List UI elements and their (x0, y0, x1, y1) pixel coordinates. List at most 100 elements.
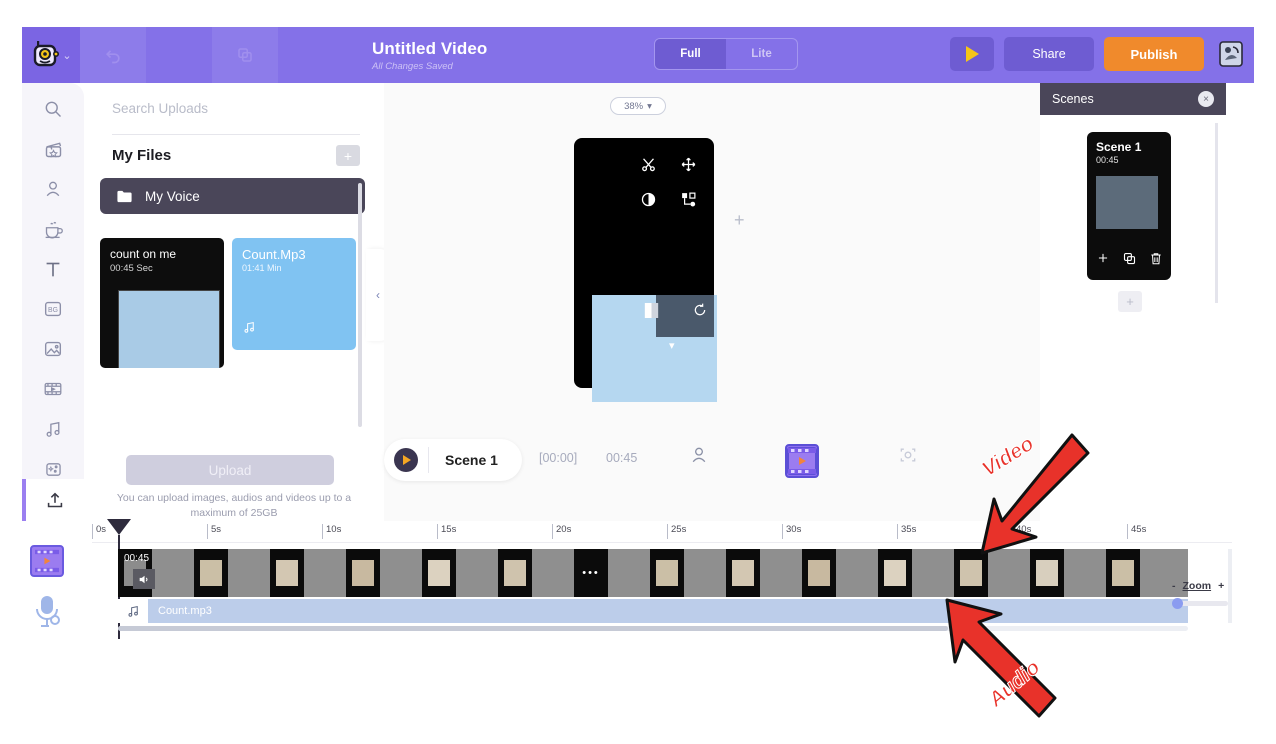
video-frame-thumbnail[interactable] (1106, 549, 1140, 597)
video-icon (44, 382, 62, 396)
frame-image (808, 560, 830, 586)
video-frame-thumbnail[interactable] (194, 549, 228, 597)
scene-chip[interactable]: Scene 1 (384, 439, 522, 481)
playhead-handle[interactable] (107, 519, 131, 535)
zoom-in-button[interactable]: + (1218, 580, 1224, 592)
video-track[interactable]: ••• (118, 549, 1188, 597)
add-scene-button[interactable]: + (1118, 291, 1142, 312)
more-frames-icon: ••• (582, 567, 600, 579)
add-folder-button[interactable]: + (336, 145, 360, 166)
rotate-icon[interactable] (692, 302, 708, 323)
sidebar-item-video[interactable] (22, 369, 84, 409)
timeline-horizontal-scrollbar[interactable] (118, 626, 1188, 631)
annotation-label-audio: Audio (984, 655, 1045, 712)
mic-track-icon[interactable] (30, 593, 64, 634)
scene-thumbnail-card[interactable]: Scene 1 00:45 (1087, 132, 1171, 280)
scene-video-button[interactable] (785, 444, 819, 478)
delete-scene-icon[interactable] (1149, 251, 1163, 271)
canvas-zoom-selector[interactable]: 38% ▾ (610, 97, 666, 115)
publish-button[interactable]: Publish (1104, 37, 1204, 71)
scene-character-button[interactable] (689, 445, 709, 470)
scene-card-name: Scene 1 (1096, 140, 1142, 154)
character-icon (692, 447, 706, 463)
timeline-tick: 45s (1127, 524, 1146, 539)
frame-image (504, 560, 526, 586)
video-frame-thumbnail[interactable] (422, 549, 456, 597)
mode-toggle[interactable]: Full Lite (654, 38, 798, 70)
sidebar-item-characters[interactable] (22, 169, 84, 209)
focus-icon (900, 448, 916, 462)
zoom-slider[interactable] (1172, 598, 1228, 609)
video-frame-thumbnail[interactable] (878, 549, 912, 597)
timeline-ruler[interactable]: 0s 5s 10s 15s 20s 25s 30s 35s 40s 45s (92, 521, 1232, 543)
video-frame-thumbnail[interactable] (270, 549, 304, 597)
video-frame-thumbnail[interactable] (650, 549, 684, 597)
close-icon[interactable]: × (1198, 91, 1214, 107)
folder-label: My Voice (145, 188, 200, 204)
volume-icon[interactable] (133, 569, 155, 589)
upload-card-audio[interactable]: Count.Mp3 01:41 Min (232, 238, 356, 350)
video-frame-thumbnail[interactable] (498, 549, 532, 597)
avatar[interactable] (1214, 37, 1248, 71)
mode-option-lite[interactable]: Lite (726, 39, 797, 69)
svg-text:BG: BG (48, 307, 58, 314)
expand-chevron-icon[interactable]: ▾ (669, 339, 675, 352)
timeline-tick: 35s (897, 524, 916, 539)
scene-play-button[interactable] (384, 448, 428, 472)
effects-icon (45, 462, 61, 476)
audio-track[interactable]: Count.mp3 (118, 599, 1188, 623)
sidebar-item-music[interactable] (22, 409, 84, 449)
frame-image (200, 560, 222, 586)
video-stage[interactable]: ▾ (574, 138, 717, 402)
frame-image (352, 560, 374, 586)
app-logo-button[interactable]: ⌄ (22, 27, 80, 83)
canvas-area: 38% ▾ ▾ + (384, 83, 1040, 433)
search-input[interactable]: Search Uploads (112, 101, 360, 135)
video-frame-thumbnail[interactable]: ••• (574, 549, 608, 597)
scenes-scrollbar[interactable] (1215, 123, 1218, 303)
video-frame-thumbnail[interactable] (954, 549, 988, 597)
video-track-icon[interactable] (30, 545, 64, 577)
uploads-scrollbar[interactable] (358, 183, 362, 427)
video-frame-thumbnail[interactable] (346, 549, 380, 597)
sidebar-item-background[interactable]: BG (22, 289, 84, 329)
add-element-button[interactable]: + (734, 210, 745, 231)
add-scene-icon[interactable] (1096, 251, 1110, 271)
music-icon (46, 421, 60, 437)
project-title-block[interactable]: Untitled Video All Changes Saved (372, 39, 487, 72)
video-frame-thumbnail[interactable] (726, 549, 760, 597)
zoom-out-button[interactable]: - (1172, 580, 1176, 592)
sidebar-item-images[interactable] (22, 329, 84, 369)
undo-button[interactable] (80, 27, 146, 83)
text-icon (46, 262, 60, 277)
sidebar-item-text[interactable] (22, 249, 84, 289)
scenes-panel-header: Scenes × (1040, 83, 1226, 115)
sidebar-item-scenes[interactable] (22, 129, 84, 169)
upload-card-title: Count.Mp3 (242, 247, 306, 262)
folder-item-my-voice[interactable]: My Voice (100, 178, 365, 214)
cut-icon[interactable] (640, 156, 657, 178)
scenes-panel-title: Scenes (1052, 92, 1094, 106)
crop-icon[interactable] (644, 302, 659, 324)
scene-focus-button[interactable] (898, 445, 918, 470)
mode-option-full[interactable]: Full (655, 39, 726, 69)
frame-image (732, 560, 754, 586)
video-frame-thumbnail[interactable] (1030, 549, 1064, 597)
share-button[interactable]: Share (1004, 37, 1094, 71)
move-icon[interactable] (680, 156, 697, 178)
sidebar-item-props[interactable] (22, 209, 84, 249)
upload-card-video[interactable]: count on me 00:45 Sec (100, 238, 224, 368)
frame-image (1036, 560, 1058, 586)
scrollbar-thumb[interactable] (118, 626, 948, 631)
sidebar-item-search[interactable] (22, 89, 84, 129)
video-frame-thumbnail[interactable] (802, 549, 836, 597)
contrast-icon[interactable] (640, 191, 657, 213)
zoom-slider-knob[interactable] (1172, 598, 1183, 609)
preview-play-button[interactable] (950, 37, 994, 71)
duplicate-button[interactable] (212, 27, 278, 83)
image-icon (44, 341, 62, 357)
layers-icon[interactable] (680, 191, 697, 213)
sidebar-item-upload[interactable] (22, 479, 84, 523)
upload-button[interactable]: Upload (126, 455, 334, 485)
duplicate-scene-icon[interactable] (1122, 251, 1137, 271)
